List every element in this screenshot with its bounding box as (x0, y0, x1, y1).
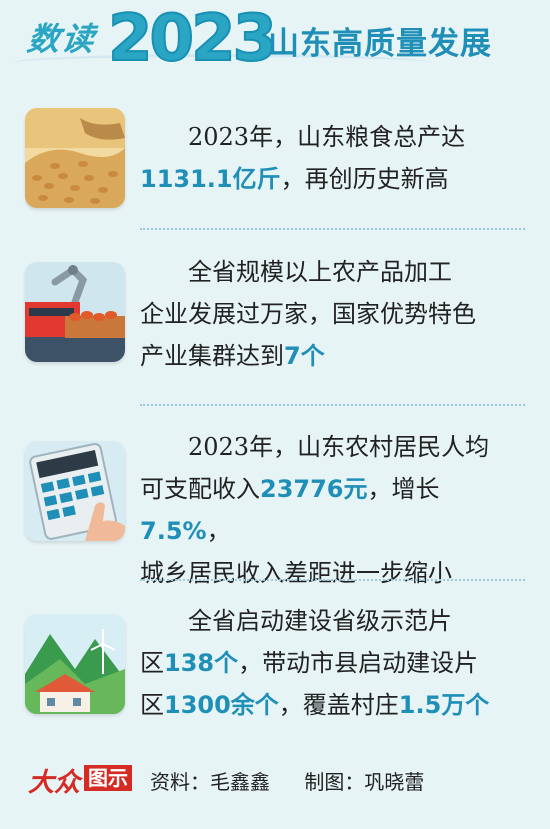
item-line: 2023年，山东粮食总产达 (140, 116, 525, 158)
header-title: 山东高质量发展 (268, 26, 492, 62)
text-segment: ，覆盖村庄 (278, 691, 399, 719)
highlight-value: 1131.1亿斤 (140, 165, 281, 193)
text-segment: ，再创历史新高 (280, 165, 449, 193)
highlight-value: 7.5% (140, 517, 207, 545)
text-segment: 城乡居民收入差距进一步缩小 (140, 559, 452, 587)
logo-brand: 大众 (28, 768, 81, 798)
grain-icon (25, 108, 125, 208)
text-segment: 区 (140, 691, 164, 719)
highlight-value: 138个 (164, 649, 239, 677)
credits: 资料：毛鑫鑫 制图：巩晓蕾 (150, 766, 452, 795)
source-credit: 资料：毛鑫鑫 (150, 770, 270, 794)
item-line: 2023年，山东农村居民人均 (140, 426, 525, 468)
logo-box: 图示 (84, 765, 132, 791)
item-text-4: 全省启动建设省级示范片 区138个，带动市县启动建设片 区1300余个，覆盖村庄1.… (140, 600, 525, 726)
text-segment: 2023年，山东粮食总产达 (188, 123, 466, 151)
item-line: 全省启动建设省级示范片 (140, 600, 525, 642)
header-banner: 数读 2023 山东高质量发展 (0, 0, 550, 82)
item-line: 全省规模以上农产品加工 (140, 251, 525, 293)
text-segment: 企业发展过万家，国家优势特色 (140, 300, 476, 328)
item-line: 产业集群达到7个 (140, 335, 525, 377)
village-windmill-icon (25, 614, 125, 714)
item-text-2: 全省规模以上农产品加工 企业发展过万家，国家优势特色 产业集群达到7个 (140, 251, 525, 377)
divider-1 (140, 228, 525, 230)
highlight-value: 1.5万个 (398, 691, 490, 719)
highlight-value: 7个 (284, 342, 325, 370)
text-segment: ，增长 (367, 475, 440, 503)
item-line: 城乡居民收入差距进一步缩小 (140, 552, 525, 594)
item-line: 企业发展过万家，国家优势特色 (140, 293, 525, 335)
text-segment: ，带动市县启动建设片 (238, 649, 479, 677)
item-line: 区138个，带动市县启动建设片 (140, 642, 525, 684)
highlight-value: 1300余个 (164, 691, 279, 719)
design-credit: 制图：巩晓蕾 (304, 770, 425, 794)
text-segment: 产业集群达到 (140, 342, 284, 370)
header-prefix: 数读 (25, 20, 99, 58)
dazhong-tushi-logo: 大众 图示 (28, 762, 136, 798)
text-segment: ， (206, 517, 231, 545)
item-line: 1131.1亿斤，再创历史新高 (140, 158, 525, 200)
factory-robot-icon (25, 262, 125, 362)
header-year: 2023 (107, 1, 278, 77)
item-text-1: 2023年，山东粮食总产达 1131.1亿斤，再创历史新高 (140, 116, 525, 200)
highlight-value: 23776元 (260, 475, 368, 503)
divider-3 (140, 579, 525, 581)
text-segment: 全省启动建设省级示范片 (188, 607, 452, 635)
item-line: 区1300余个，覆盖村庄1.5万个 (140, 684, 525, 726)
footer: 大众 图示 资料：毛鑫鑫 制图：巩晓蕾 (0, 758, 550, 798)
text-segment: 可支配收入 (140, 475, 260, 503)
item-line: 可支配收入23776元，增长 7.5%， (140, 468, 525, 552)
text-segment: 全省规模以上农产品加工 (188, 258, 452, 286)
divider-2 (140, 404, 525, 406)
item-text-3: 2023年，山东农村居民人均可支配收入23776元，增长 7.5%， 城乡居民收入差… (140, 426, 525, 594)
text-segment: 2023年，山东农村居民人均 (188, 433, 490, 461)
text-segment: 区 (140, 649, 164, 677)
calculator-icon (25, 441, 125, 541)
